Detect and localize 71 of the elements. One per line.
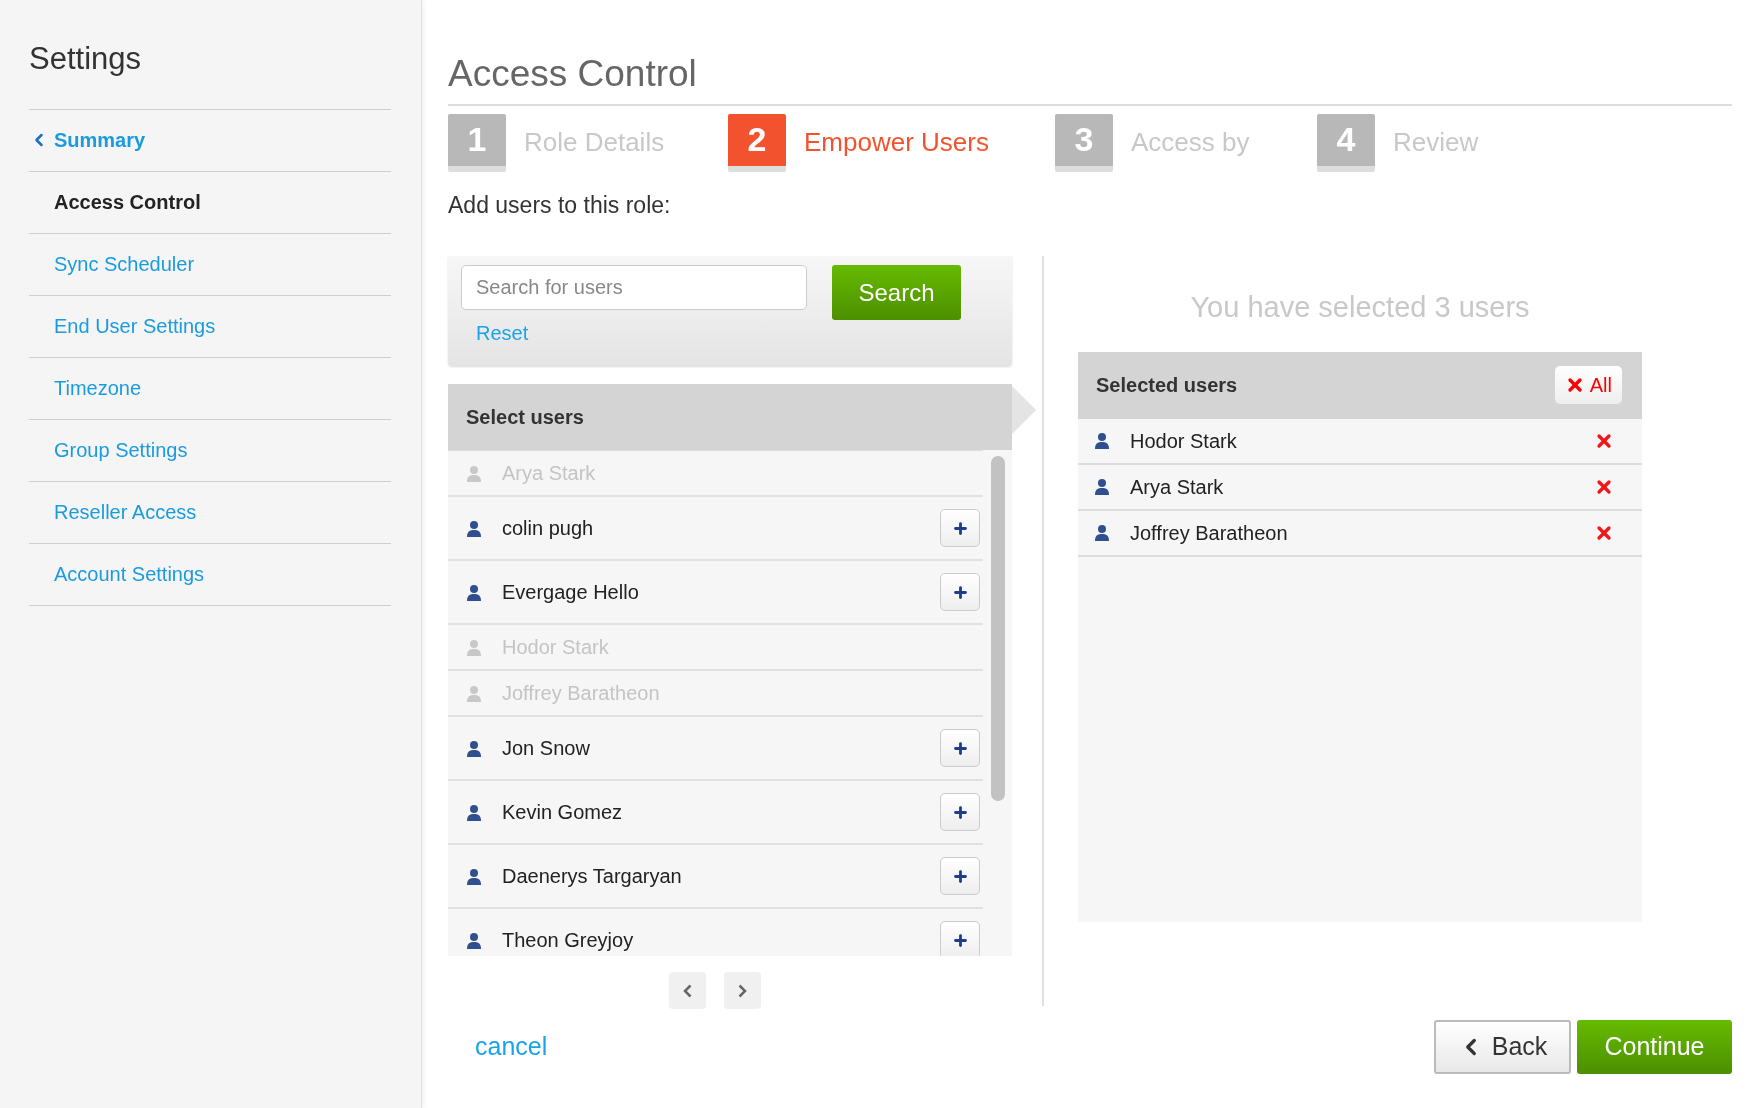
back-label: Back (1491, 1031, 1548, 1063)
plus-icon (951, 867, 969, 885)
sidebar-item[interactable]: End User Settings (29, 295, 391, 358)
user-row[interactable]: colin pugh (448, 497, 983, 561)
add-user-button[interactable] (940, 921, 980, 956)
cancel-link[interactable]: cancel (475, 1028, 548, 1066)
next-page-button[interactable] (724, 972, 761, 1009)
page-title: Access Control (448, 46, 1732, 106)
user-row[interactable]: Jon Snow (448, 717, 983, 781)
clear-all-button[interactable]: All (1554, 366, 1622, 404)
sidebar-item[interactable]: Sync Scheduler (29, 233, 391, 296)
clear-all-label: All (1589, 373, 1612, 398)
user-name: Jon Snow (502, 736, 590, 761)
user-icon (1094, 478, 1110, 495)
user-name: Kevin Gomez (502, 800, 623, 825)
step-number: 3 (1055, 113, 1113, 172)
add-user-button[interactable] (940, 729, 980, 767)
sidebar-item[interactable]: Account Settings (29, 543, 391, 606)
arrow-pointer-icon (1012, 386, 1036, 434)
user-icon (466, 867, 482, 885)
scrollbar[interactable] (990, 456, 1005, 801)
user-name: Daenerys Targaryan (502, 864, 682, 889)
user-icon (466, 739, 482, 757)
plus-icon (951, 803, 969, 821)
user-icon (466, 464, 482, 482)
add-user-button[interactable] (940, 509, 980, 547)
user-name: Joffrey Baratheon (1130, 520, 1288, 546)
select-users-header: Select users (448, 384, 1012, 450)
user-row[interactable]: Daenerys Targaryan (448, 845, 983, 909)
user-name: Evergage Hello (502, 580, 639, 605)
sidebar-title: Settings (29, 40, 142, 78)
step-label: Empower Users (804, 126, 989, 159)
user-icon (466, 583, 482, 601)
user-icon (466, 684, 482, 702)
sidebar-item[interactable]: Reseller Access (29, 481, 391, 544)
plus-icon (951, 931, 969, 949)
previous-page-button[interactable] (669, 972, 706, 1009)
chevron-left-icon (683, 983, 692, 998)
user-icon (466, 638, 482, 656)
selected-users-header: Selected users (1096, 373, 1238, 398)
sidebar-item[interactable]: Access Control (29, 171, 391, 234)
prompt-text: Add users to this role: (448, 190, 672, 220)
plus-icon (951, 739, 969, 757)
plus-icon (951, 583, 969, 601)
user-icon (1094, 432, 1110, 449)
reset-link[interactable]: Reset (476, 318, 529, 348)
user-icon (1094, 524, 1110, 541)
user-icon (466, 803, 482, 821)
user-name: colin pugh (502, 516, 594, 541)
step-number: 4 (1317, 113, 1375, 172)
user-name: Arya Stark (1130, 474, 1224, 500)
add-user-button[interactable] (940, 573, 980, 611)
sidebar-item[interactable]: Summary (29, 109, 391, 172)
sidebar-item[interactable]: Timezone (29, 357, 391, 420)
user-name: Hodor Stark (1130, 428, 1237, 454)
continue-button[interactable]: Continue (1577, 1020, 1732, 1074)
user-name: Theon Greyjoy (502, 928, 634, 953)
sidebar-item[interactable]: Group Settings (29, 419, 391, 482)
chevron-right-icon (738, 983, 747, 998)
user-row[interactable]: Kevin Gomez (448, 781, 983, 845)
plus-icon (951, 519, 969, 537)
back-button[interactable]: Back (1434, 1020, 1571, 1074)
step-number: 1 (448, 113, 506, 172)
add-user-button[interactable] (940, 857, 980, 895)
user-row[interactable]: Evergage Hello (448, 561, 983, 625)
search-field[interactable]: Search for users (461, 265, 807, 310)
step-number: 2 (728, 113, 786, 172)
search-button[interactable]: Search (832, 265, 961, 320)
add-user-button[interactable] (940, 793, 980, 831)
user-icon (466, 931, 482, 949)
user-icon (466, 519, 482, 537)
